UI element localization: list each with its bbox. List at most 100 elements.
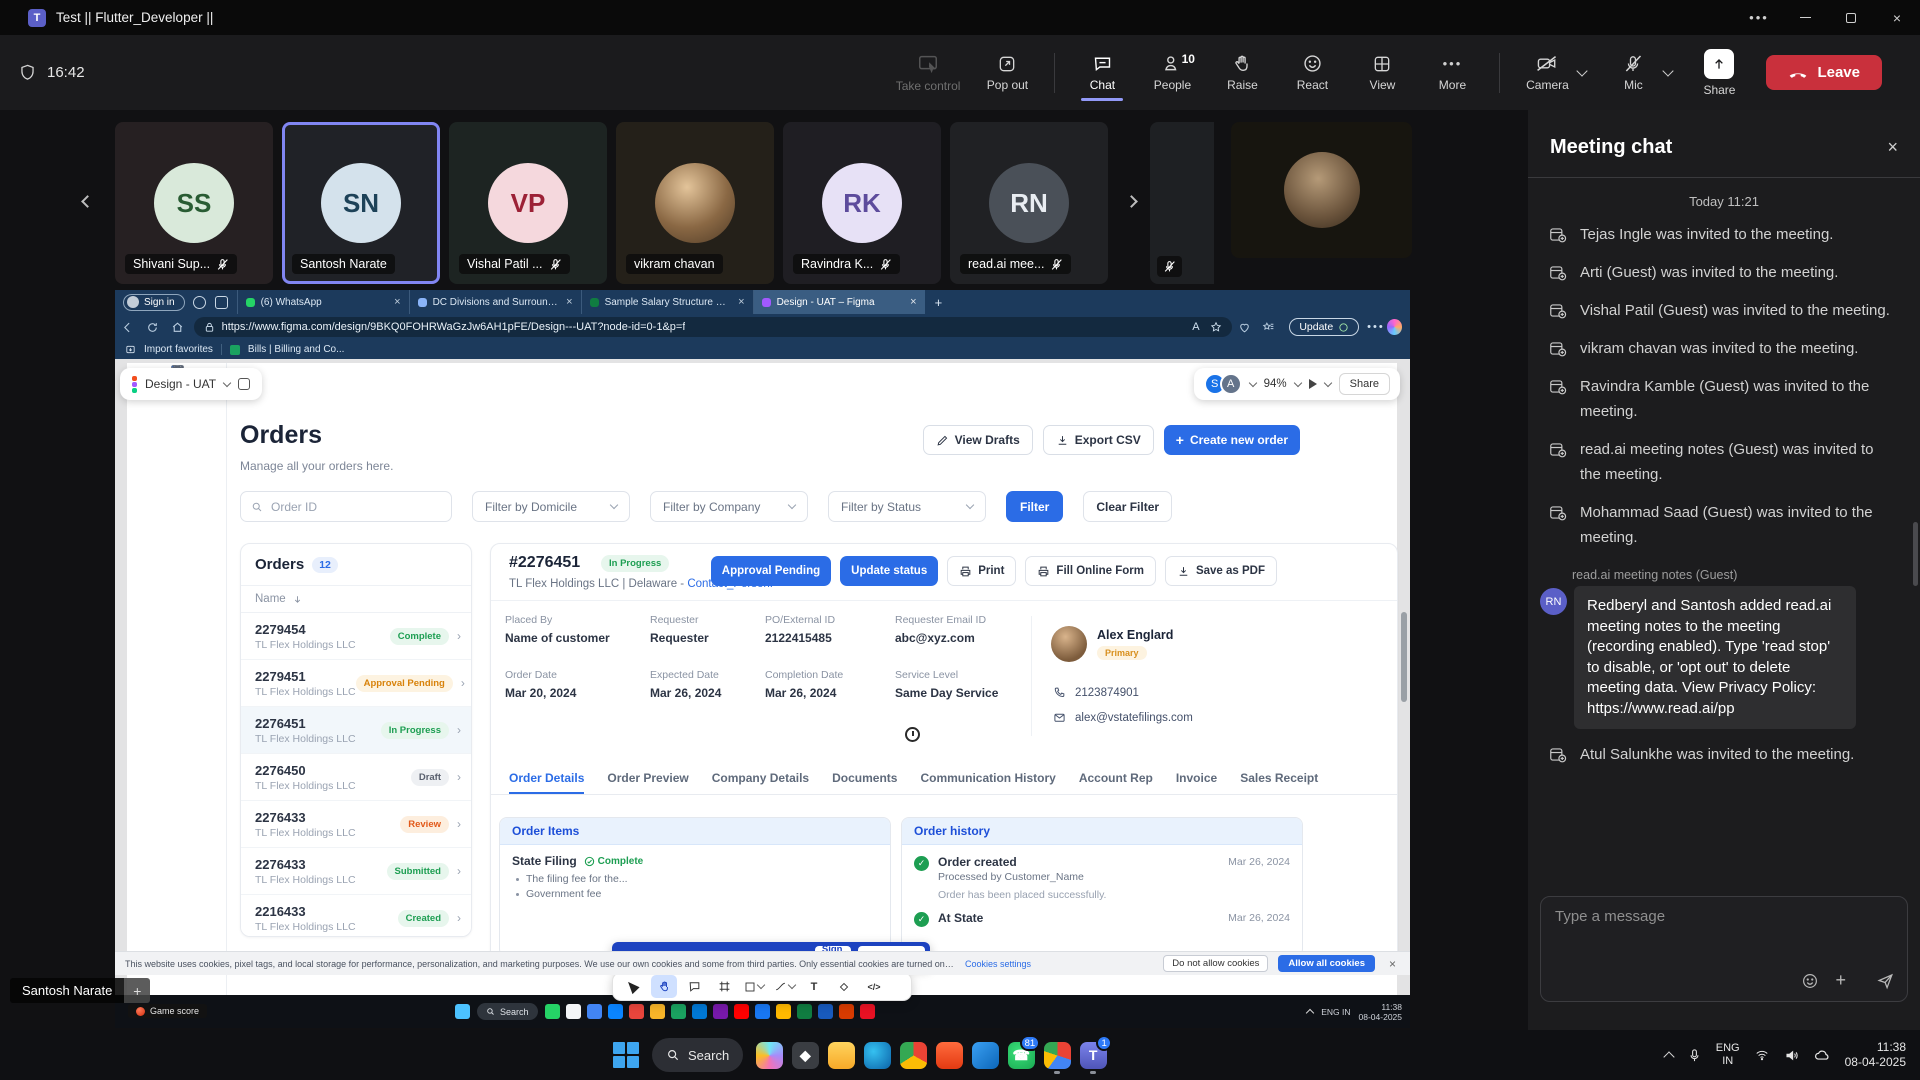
taskbar-app-icon[interactable] <box>895 1035 931 1075</box>
browser-essentials-icon[interactable] <box>1232 321 1257 334</box>
shared-app-icon[interactable] <box>860 1004 875 1019</box>
minimize-button[interactable] <box>1782 0 1828 35</box>
close-button[interactable]: × <box>1874 0 1920 35</box>
browser-menu-icon[interactable]: ••• <box>1367 321 1385 333</box>
text-tool-icon[interactable]: T <box>801 975 827 998</box>
participant-tile-partial[interactable] <box>1150 122 1214 284</box>
save-as-pdf-button[interactable]: Save as PDF <box>1165 556 1277 586</box>
present-icon[interactable] <box>1309 379 1317 389</box>
window-more-button[interactable]: ••• <box>1736 0 1782 35</box>
cookie-close-icon[interactable]: × <box>1389 957 1396 971</box>
shared-app-icon[interactable] <box>776 1004 791 1019</box>
taskbar-app-icon[interactable] <box>931 1035 967 1075</box>
filter-status-dropdown[interactable]: Filter by Status <box>828 491 986 522</box>
collaborator-avatar[interactable]: A <box>1220 373 1242 395</box>
chat-close-icon[interactable]: × <box>1887 137 1898 158</box>
camera-options-chevron[interactable] <box>1577 65 1588 76</box>
mic-options-chevron[interactable] <box>1663 65 1674 76</box>
workspaces-icon[interactable] <box>193 296 206 309</box>
participant-tile[interactable]: RK Ravindra K... <box>783 122 941 284</box>
detail-tab[interactable]: Company Details <box>712 762 809 794</box>
taskbar-app-icon[interactable]: T 1 <box>1075 1035 1111 1075</box>
taskbar-app-icon[interactable] <box>967 1035 1003 1075</box>
code-tool-icon[interactable]: </> <box>861 975 887 998</box>
tab-close-icon[interactable]: × <box>566 296 572 308</box>
taskbar-app-icon[interactable] <box>1039 1035 1075 1075</box>
shared-app-icon[interactable] <box>545 1004 560 1019</box>
detail-tab[interactable]: Communication History <box>920 762 1055 794</box>
mic-button[interactable]: Mic <box>1610 53 1656 92</box>
cookie-settings-link[interactable]: Cookies settings <box>965 959 1031 969</box>
browser-tab[interactable]: Sample Salary Structure with calc × <box>581 290 753 314</box>
view-button[interactable]: View <box>1359 54 1405 92</box>
contact-email[interactable]: alex@vstatefilings.com <box>1075 712 1193 724</box>
attach-plus-icon[interactable]: + <box>1835 970 1846 991</box>
filter-button[interactable]: Filter <box>1006 491 1063 522</box>
tiles-next-button[interactable] <box>1120 190 1142 212</box>
browser-tab[interactable]: (6) WhatsApp × <box>237 290 409 314</box>
more-button[interactable]: ••• More <box>1429 54 1475 92</box>
order-id-search-input[interactable]: Order ID <box>240 491 452 522</box>
contact-phone[interactable]: 2123874901 <box>1075 687 1139 699</box>
figma-scrollbar[interactable] <box>1401 612 1407 702</box>
onedrive-icon[interactable] <box>1814 1049 1831 1062</box>
shared-app-icon[interactable] <box>755 1004 770 1019</box>
chevron-down-icon[interactable] <box>223 378 231 386</box>
filter-company-dropdown[interactable]: Filter by Company <box>650 491 808 522</box>
frame-tool-icon[interactable] <box>711 975 737 998</box>
order-row[interactable]: 2276433 TL Flex Holdings LLC Submitted › <box>241 848 471 895</box>
fill-online-form-button[interactable]: Fill Online Form <box>1025 556 1156 586</box>
chevron-down-icon[interactable] <box>1323 378 1331 386</box>
browser-tab[interactable]: Design - UAT – Figma × <box>753 290 925 314</box>
taskbar-clock[interactable]: 11:38 08-04-2025 <box>1845 1040 1906 1070</box>
spotlight-tile[interactable] <box>1231 122 1412 258</box>
name-column-header[interactable]: Name <box>255 593 286 605</box>
move-tool-icon[interactable] <box>621 975 647 998</box>
order-row[interactable]: 2279454 TL Flex Holdings LLC Complete › <box>241 613 471 660</box>
tray-chevron-icon[interactable] <box>1306 1009 1314 1017</box>
shared-app-icon[interactable] <box>608 1004 623 1019</box>
shared-app-icon[interactable] <box>650 1004 665 1019</box>
browser-signin-button[interactable]: Sign in <box>123 294 185 311</box>
chat-scrollbar[interactable] <box>1913 522 1918 586</box>
sort-down-icon[interactable] <box>292 594 303 605</box>
taskbar-app-icon[interactable] <box>751 1035 787 1075</box>
shared-app-icon[interactable] <box>587 1004 602 1019</box>
pin-plus-icon[interactable]: + <box>124 978 150 1003</box>
detail-tab[interactable]: Sales Receipt <box>1240 762 1318 794</box>
browser-tab[interactable]: DC Divisions and Surroundings × <box>409 290 581 314</box>
chevron-down-icon[interactable] <box>1293 378 1301 386</box>
start-button[interactable] <box>608 1035 644 1075</box>
update-status-button[interactable]: Update status <box>840 556 938 586</box>
share-button[interactable]: Share <box>1696 49 1742 97</box>
taskbar-app-icon[interactable] <box>859 1035 895 1075</box>
chat-message-bubble[interactable]: Redberyl and Santosh added read.ai meeti… <box>1574 586 1856 729</box>
participant-tile[interactable]: vikram chavan <box>616 122 774 284</box>
volume-icon[interactable] <box>1784 1048 1800 1063</box>
hand-tool-icon[interactable] <box>651 975 677 998</box>
shared-clock[interactable]: 11:38 08-04-2025 <box>1359 1002 1402 1022</box>
shared-search-pill[interactable]: Search <box>477 1003 538 1020</box>
shared-app-icon[interactable] <box>566 1004 581 1019</box>
figma-share-button[interactable]: Share <box>1339 373 1390 395</box>
order-row[interactable]: 2279451 TL Flex Holdings LLC Approval Pe… <box>241 660 471 707</box>
import-favorites-link[interactable]: Import favorites <box>144 344 213 355</box>
maximize-button[interactable] <box>1828 0 1874 35</box>
view-drafts-button[interactable]: View Drafts <box>923 425 1033 455</box>
order-row[interactable]: 2216433 TL Flex Holdings LLC Created › <box>241 895 471 937</box>
back-icon[interactable] <box>115 321 140 334</box>
refresh-icon[interactable] <box>140 321 165 334</box>
pop-out-button[interactable]: Pop out <box>984 54 1030 92</box>
raise-hand-button[interactable]: Raise <box>1219 53 1265 92</box>
taskbar-app-icon[interactable]: ◆ <box>787 1035 823 1075</box>
figma-doc-chip[interactable]: Design - UAT <box>120 368 262 400</box>
tab-close-icon[interactable]: × <box>910 296 916 308</box>
zoom-level[interactable]: 94% <box>1264 378 1287 390</box>
vertical-tabs-icon[interactable] <box>215 296 228 309</box>
react-button[interactable]: React <box>1289 53 1335 92</box>
tab-close-icon[interactable]: × <box>738 296 744 308</box>
detail-tab[interactable]: Account Rep <box>1079 762 1153 794</box>
order-row[interactable]: 2276451 TL Flex Holdings LLC In Progress… <box>241 707 471 754</box>
export-csv-button[interactable]: Export CSV <box>1043 425 1154 455</box>
participant-tile[interactable]: VP Vishal Patil ... <box>449 122 607 284</box>
